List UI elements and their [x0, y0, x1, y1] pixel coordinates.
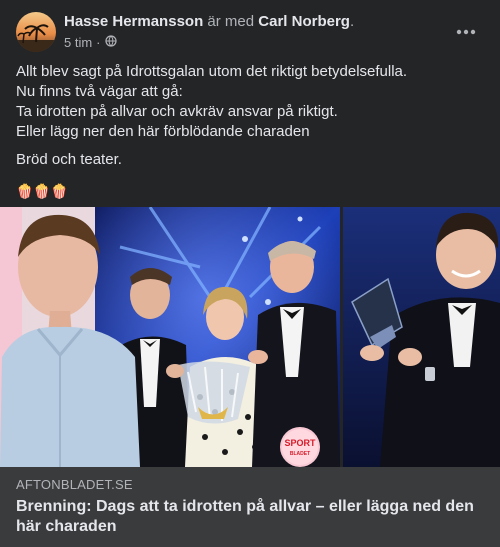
post-line: Allt blev sagt på Idrottsgalan utom det …	[16, 63, 408, 80]
post-header: Hasse Hermansson är med Carl Norberg. 5 …	[0, 0, 500, 58]
tagged-person[interactable]: Carl Norberg	[258, 13, 350, 30]
facebook-post: Hasse Hermansson är med Carl Norberg. 5 …	[0, 0, 500, 547]
author-name[interactable]: Hasse Hermansson	[64, 13, 203, 30]
author-line: Hasse Hermansson är med Carl Norberg.	[64, 13, 354, 31]
more-options-button[interactable]	[450, 20, 482, 44]
popcorn-emojis: 🍿🍿🍿	[16, 183, 69, 199]
author-avatar[interactable]	[16, 12, 56, 52]
post-line: Nu finns två vägar att gå:	[16, 83, 183, 100]
post-timestamp[interactable]: 5 tim	[64, 35, 92, 51]
post-meta: 5 tim ·	[64, 35, 117, 51]
link-domain: AFTONBLADET.SE	[16, 477, 133, 492]
post-line: Eller lägg ner den här förblödande chara…	[16, 123, 310, 140]
more-horizontal-icon	[456, 29, 476, 35]
meta-separator: ·	[96, 35, 101, 50]
link-card[interactable]: AFTONBLADET.SE Brenning: Dags att ta idr…	[0, 467, 500, 547]
post-text: Allt blev sagt på Idrottsgalan utom det …	[16, 62, 486, 200]
tag-end: .	[349, 13, 355, 30]
link-headline[interactable]: Brenning: Dags att ta idrotten på allvar…	[16, 497, 486, 537]
sportbladet-badge-top: SPORT	[284, 438, 316, 448]
post-line: Bröd och teater.	[16, 151, 122, 168]
link-preview-image[interactable]: SPORT BLADET	[0, 207, 500, 467]
globe-icon	[104, 35, 117, 51]
with-text: är med	[207, 13, 255, 30]
sportbladet-badge-bottom: BLADET	[290, 451, 310, 457]
post-line: Ta idrotten på allvar och avkräv ansvar …	[16, 103, 338, 120]
